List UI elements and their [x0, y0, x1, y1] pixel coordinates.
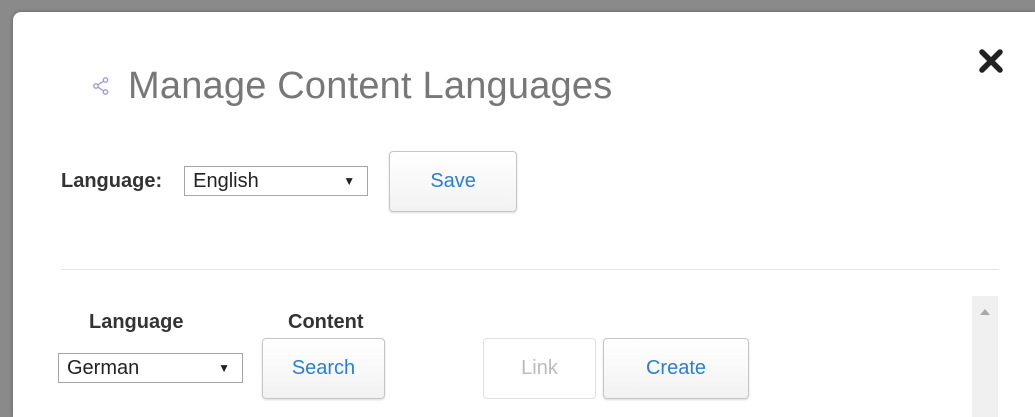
dropdown-arrow-icon: ▼ [218, 361, 230, 375]
search-button[interactable]: Search [262, 338, 385, 399]
content-language-select-value: German [67, 356, 140, 379]
language-select[interactable]: English ▼ [184, 166, 369, 196]
language-label: Language: [61, 169, 163, 192]
language-selector-row: Language: English ▼ Save [61, 150, 518, 212]
dropdown-arrow-icon: ▼ [343, 174, 356, 188]
close-button[interactable] [979, 49, 1003, 73]
column-header-language: Language [89, 311, 184, 333]
close-icon [979, 49, 1003, 73]
save-button[interactable]: Save [389, 150, 518, 212]
dialog-header: Manage Content Languages [90, 58, 612, 114]
save-button-label: Save [430, 169, 476, 192]
create-button[interactable]: Create [603, 338, 749, 399]
language-select-value: English [193, 169, 259, 192]
scroll-up-arrow-icon[interactable] [972, 304, 998, 320]
search-button-label: Search [291, 357, 356, 379]
create-button-label: Create [645, 357, 707, 379]
manage-languages-dialog: Manage Content Languages Language: Engli… [13, 12, 1035, 417]
dialog-title: Manage Content Languages [128, 64, 613, 107]
content-language-select[interactable]: German ▼ [58, 353, 243, 383]
section-divider [61, 269, 999, 270]
share-icon [90, 75, 112, 97]
link-button[interactable]: Link [483, 338, 596, 399]
column-header-content: Content [288, 311, 364, 333]
vertical-scrollbar[interactable] [972, 296, 998, 417]
link-button-label: Link [521, 357, 558, 379]
